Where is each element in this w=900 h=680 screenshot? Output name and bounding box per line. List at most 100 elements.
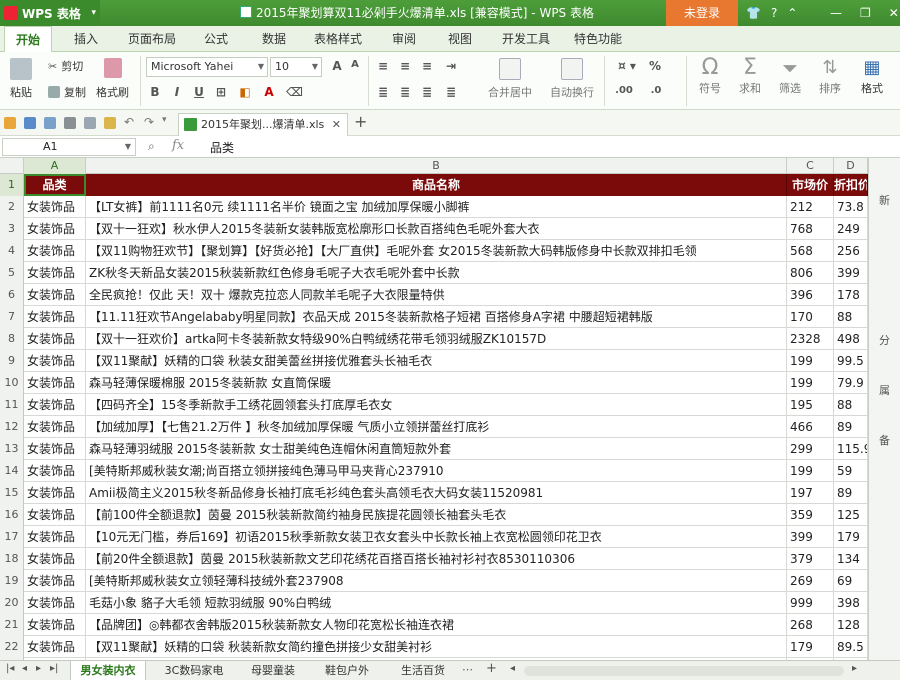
- wrap-text-button[interactable]: 自动换行: [544, 58, 600, 100]
- minimize-icon[interactable]: —: [830, 6, 842, 20]
- row-number[interactable]: 21: [0, 614, 24, 636]
- fill-color-icon[interactable]: ◧: [238, 85, 252, 99]
- chevron-down-icon[interactable]: ▾: [162, 115, 167, 125]
- table-cell[interactable]: 女装饰品: [24, 328, 86, 350]
- file-tab[interactable]: 2015年聚划...爆清单.xls ✕: [178, 113, 348, 136]
- search-icon[interactable]: ⌕: [148, 139, 155, 154]
- table-cell[interactable]: 170: [787, 306, 834, 328]
- header-cell[interactable]: 商品名称: [86, 174, 787, 196]
- table-cell[interactable]: 195: [787, 394, 834, 416]
- row-number[interactable]: 16: [0, 504, 24, 526]
- table-cell[interactable]: 498: [834, 328, 868, 350]
- close-tab-icon[interactable]: ✕: [332, 114, 341, 135]
- tab-view[interactable]: 视图: [436, 26, 484, 52]
- prev-sheet-icon[interactable]: ◂: [22, 663, 27, 674]
- h-scroll-right-icon[interactable]: ▸: [852, 663, 857, 674]
- table-cell[interactable]: 女装饰品: [24, 438, 86, 460]
- filter-button[interactable]: ⏷ 筛选: [772, 56, 808, 96]
- row-number[interactable]: 5: [0, 262, 24, 284]
- table-cell[interactable]: 【双十一狂欢价】artka阿卡冬装新款女特级90%白鸭绒绣花带毛领羽绒服ZK10…: [86, 328, 787, 350]
- table-cell[interactable]: 女装饰品: [24, 372, 86, 394]
- table-cell[interactable]: ZK秋冬天新品女装2015秋装新款红色修身毛呢子大衣毛呢外套中长款: [86, 262, 787, 284]
- table-cell[interactable]: 199: [787, 350, 834, 372]
- row-number[interactable]: 6: [0, 284, 24, 306]
- table-cell[interactable]: 399: [787, 526, 834, 548]
- table-cell[interactable]: 125: [834, 504, 868, 526]
- font-grow-icon[interactable]: A: [330, 59, 344, 73]
- align-right-icon[interactable]: ≣: [420, 85, 434, 99]
- border-icon[interactable]: ⊞: [214, 85, 228, 99]
- table-cell[interactable]: 249: [834, 218, 868, 240]
- table-cell[interactable]: 89: [834, 416, 868, 438]
- table-cell[interactable]: 178: [834, 284, 868, 306]
- collapse-icon[interactable]: ⌃: [787, 6, 797, 20]
- fx-icon[interactable]: fx: [172, 138, 184, 153]
- select-all-corner[interactable]: [0, 158, 24, 174]
- row-number[interactable]: 13: [0, 438, 24, 460]
- underline-icon[interactable]: U: [192, 85, 206, 99]
- table-cell[interactable]: 466: [787, 416, 834, 438]
- table-cell[interactable]: 999: [787, 592, 834, 614]
- tab-developer[interactable]: 开发工具: [494, 26, 558, 52]
- align-left-icon[interactable]: ≣: [376, 85, 390, 99]
- column-header-d[interactable]: D: [834, 158, 868, 174]
- formula-input[interactable]: 品类: [210, 139, 234, 156]
- row-number[interactable]: 14: [0, 460, 24, 482]
- table-cell[interactable]: 79.9: [834, 372, 868, 394]
- font-shrink-icon[interactable]: A: [348, 59, 362, 70]
- table-cell[interactable]: 毛菇小象 貉子大毛领 短款羽绒服 90%白鸭绒: [86, 592, 787, 614]
- table-cell[interactable]: 女装饰品: [24, 636, 86, 658]
- redo-icon[interactable]: ↷: [144, 115, 154, 129]
- side-panel-item[interactable]: 属: [879, 382, 890, 398]
- app-menu-button[interactable]: WPS 表格 ▾: [0, 0, 100, 26]
- column-header-a[interactable]: A: [24, 158, 86, 174]
- preview-icon[interactable]: [84, 117, 96, 129]
- table-cell[interactable]: 199: [787, 460, 834, 482]
- column-header-b[interactable]: B: [86, 158, 787, 174]
- more-sheets-icon[interactable]: ⋯: [462, 663, 473, 676]
- row-number[interactable]: 12: [0, 416, 24, 438]
- side-panel-item[interactable]: 分: [879, 332, 890, 348]
- table-cell[interactable]: 398: [834, 592, 868, 614]
- percent-icon[interactable]: %: [648, 59, 662, 73]
- row-number[interactable]: 3: [0, 218, 24, 240]
- table-cell[interactable]: 89.5: [834, 636, 868, 658]
- table-cell[interactable]: 【11.11狂欢节Angelababy明星同款】衣品天成 2015冬装新款格子短…: [86, 306, 787, 328]
- table-cell[interactable]: 268: [787, 614, 834, 636]
- table-cell[interactable]: 【前100件全额退款】茵曼 2015秋装新款简约袖身民族提花圆领长袖套头毛衣: [86, 504, 787, 526]
- table-cell[interactable]: 【双11购物狂欢节】【聚划算】【好货必抢】【大厂直供】毛呢外套 女2015冬装新…: [86, 240, 787, 262]
- row-number[interactable]: 8: [0, 328, 24, 350]
- table-cell[interactable]: 女装饰品: [24, 306, 86, 328]
- row-number[interactable]: 19: [0, 570, 24, 592]
- font-color-icon[interactable]: A: [262, 85, 276, 99]
- table-cell[interactable]: 女装饰品: [24, 504, 86, 526]
- login-button[interactable]: 未登录: [666, 0, 738, 26]
- align-middle-icon[interactable]: ≡: [398, 59, 412, 73]
- table-cell[interactable]: 女装饰品: [24, 240, 86, 262]
- table-cell[interactable]: 2328: [787, 328, 834, 350]
- header-cell[interactable]: 品类: [24, 174, 86, 196]
- name-box[interactable]: A1 ▼: [2, 138, 136, 156]
- table-cell[interactable]: 女装饰品: [24, 592, 86, 614]
- table-cell[interactable]: 女装饰品: [24, 482, 86, 504]
- row-number[interactable]: 11: [0, 394, 24, 416]
- format-button[interactable]: ▦ 格式: [852, 56, 892, 96]
- tab-page-layout[interactable]: 页面布局: [120, 26, 184, 52]
- table-cell[interactable]: 179: [787, 636, 834, 658]
- table-cell[interactable]: 199: [787, 372, 834, 394]
- table-cell[interactable]: 女装饰品: [24, 196, 86, 218]
- table-cell[interactable]: 女装饰品: [24, 460, 86, 482]
- last-sheet-icon[interactable]: ▸|: [50, 663, 58, 674]
- table-cell[interactable]: 女装饰品: [24, 614, 86, 636]
- header-cell[interactable]: 市场价: [787, 174, 834, 196]
- table-cell[interactable]: 89: [834, 482, 868, 504]
- spellcheck-icon[interactable]: [104, 117, 116, 129]
- table-cell[interactable]: 128: [834, 614, 868, 636]
- help-icon[interactable]: ?: [771, 6, 777, 20]
- table-cell[interactable]: 全民疯抢！仅此 天！双十 爆款克拉恋人同款羊毛呢子大衣限量特供: [86, 284, 787, 306]
- justify-icon[interactable]: ≣: [444, 85, 458, 99]
- table-cell[interactable]: 女装饰品: [24, 394, 86, 416]
- table-cell[interactable]: 379: [787, 548, 834, 570]
- format-painter-button[interactable]: 格式刷: [96, 58, 129, 100]
- row-number[interactable]: 15: [0, 482, 24, 504]
